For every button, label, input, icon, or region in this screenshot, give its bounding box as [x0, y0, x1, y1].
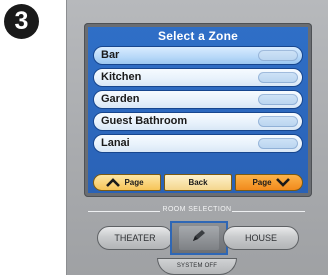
system-off-button[interactable]: SYSTEM OFF: [157, 258, 237, 275]
center-key-button[interactable]: [170, 221, 228, 255]
theater-label: THEATER: [114, 233, 156, 243]
zone-item-lanai[interactable]: Lanai: [93, 134, 303, 153]
divider: [88, 211, 160, 212]
page-down-label: Page: [252, 178, 272, 187]
touch-screen-bezel: Select a Zone Bar Kitchen Garden Guest B…: [84, 23, 312, 197]
zone-item-highlight: [258, 94, 298, 105]
chevron-down-icon: [275, 178, 290, 187]
divider: [232, 211, 305, 212]
zone-item-highlight: [258, 138, 298, 149]
zone-item-highlight: [258, 72, 298, 83]
back-button[interactable]: Back: [164, 174, 232, 191]
screen-nav-bar: Page Back Page: [93, 174, 303, 191]
zone-item-guest-bathroom[interactable]: Guest Bathroom: [93, 112, 303, 131]
page-up-label: Page: [124, 178, 144, 187]
zone-item-kitchen[interactable]: Kitchen: [93, 68, 303, 87]
room-selection-label: ROOM SELECTION: [162, 206, 232, 213]
step-number-badge: 3: [4, 4, 39, 39]
zone-label: Garden: [101, 93, 140, 105]
zone-item-highlight: [258, 50, 298, 61]
zone-item-bar[interactable]: Bar: [93, 46, 303, 65]
page-down-button[interactable]: Page: [235, 174, 303, 191]
center-key-face: [179, 226, 219, 250]
room-selection-header: ROOM SELECTION: [67, 206, 328, 218]
pencil-icon: [191, 229, 207, 248]
house-button[interactable]: HOUSE: [223, 226, 299, 250]
zone-label: Kitchen: [101, 71, 142, 83]
house-label: HOUSE: [244, 233, 277, 243]
theater-button[interactable]: THEATER: [97, 226, 173, 250]
screen-title: Select a Zone: [158, 29, 238, 43]
zone-label: Guest Bathroom: [101, 115, 188, 127]
system-off-label: SYSTEM OFF: [176, 263, 218, 269]
page-up-button[interactable]: Page: [93, 174, 161, 191]
zone-screen: Select a Zone Bar Kitchen Garden Guest B…: [88, 27, 308, 193]
chevron-up-icon: [106, 178, 121, 187]
zone-item-highlight: [258, 116, 298, 127]
zone-label: Bar: [101, 49, 120, 61]
zone-list: Bar Kitchen Garden Guest Bathroom Lanai: [93, 46, 303, 156]
zone-label: Lanai: [101, 137, 130, 149]
zone-item-garden[interactable]: Garden: [93, 90, 303, 109]
back-label: Back: [188, 178, 208, 187]
remote-panel: Select a Zone Bar Kitchen Garden Guest B…: [66, 0, 328, 275]
